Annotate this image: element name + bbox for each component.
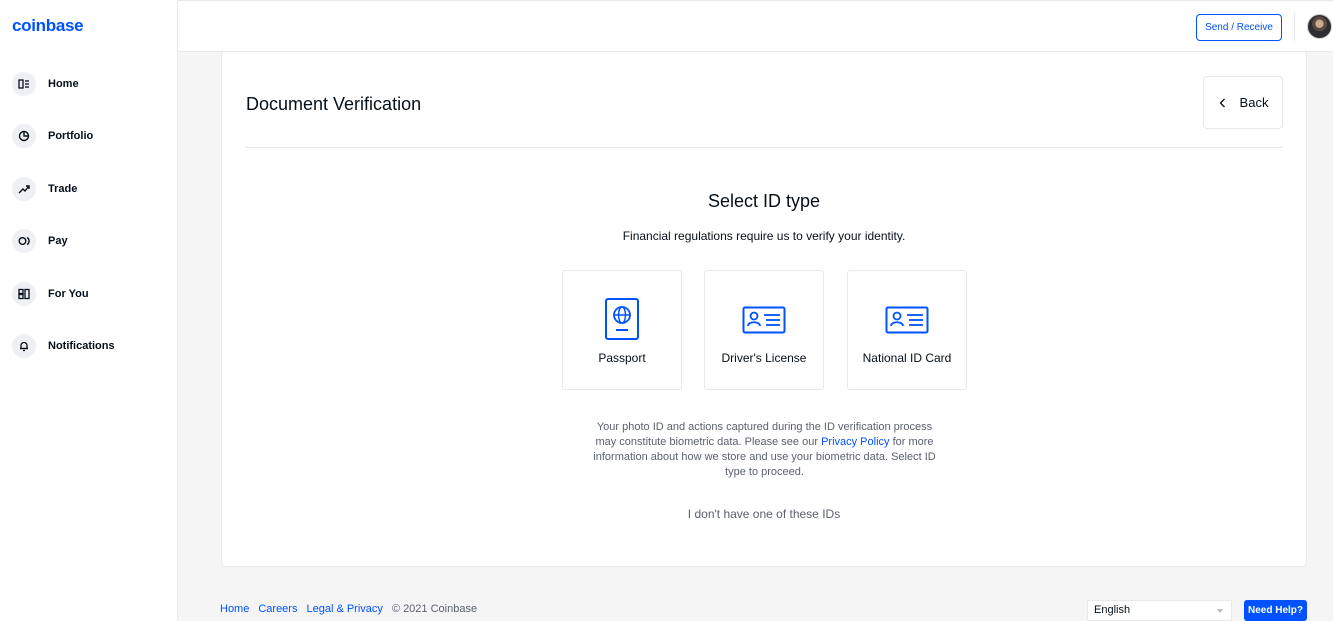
select-id-title: Select ID type: [707, 191, 821, 211]
sidebar-item-home[interactable]: Home: [12, 69, 172, 99]
id-option-label: National ID Card: [862, 351, 952, 365]
need-help-button[interactable]: Need Help?: [1244, 600, 1307, 621]
sidebar-item-label: Home: [48, 78, 79, 90]
avatar[interactable]: [1307, 14, 1332, 39]
for-you-icon: [12, 282, 36, 306]
sidebar: coinbase Home Portfolio Trade Pay For Yo…: [0, 0, 178, 621]
divider: [245, 147, 1283, 148]
back-button[interactable]: Back: [1203, 76, 1283, 129]
privacy-policy-link[interactable]: Privacy Policy: [821, 436, 889, 448]
no-id-link[interactable]: I don't have one of these IDs: [222, 507, 1306, 521]
chevron-down-icon: [1217, 609, 1223, 613]
passport-icon: [605, 298, 639, 340]
language-value: English: [1094, 604, 1131, 616]
top-header: Send / Receive: [178, 0, 1333, 52]
sidebar-item-pay[interactable]: Pay: [12, 226, 172, 256]
footer-link-home[interactable]: Home: [220, 603, 249, 615]
sidebar-item-label: Portfolio: [48, 130, 94, 142]
pie-chart-icon: [12, 124, 36, 148]
sidebar-item-label: For You: [48, 288, 89, 300]
id-option-drivers-license[interactable]: Driver's License: [704, 270, 824, 390]
sidebar-item-portfolio[interactable]: Portfolio: [12, 121, 172, 151]
copyright: © 2021 Coinbase: [391, 603, 478, 615]
footer: Home Careers Legal & Privacy © 2021 Coin…: [220, 603, 477, 615]
bell-icon: [12, 334, 36, 358]
id-option-label: Driver's License: [721, 351, 807, 365]
back-label: Back: [1239, 95, 1269, 110]
page-title: Document Verification: [246, 94, 422, 114]
id-option-national-id[interactable]: National ID Card: [847, 270, 967, 390]
biometric-disclaimer: Your photo ID and actions captured durin…: [592, 420, 937, 480]
sidebar-item-label: Trade: [48, 183, 78, 195]
id-card-icon: [885, 306, 929, 334]
id-option-passport[interactable]: Passport: [562, 270, 682, 390]
pay-icon: [12, 229, 36, 253]
language-select[interactable]: English: [1087, 600, 1232, 621]
id-option-label: Passport: [598, 351, 646, 365]
sidebar-item-notifications[interactable]: Notifications: [12, 331, 172, 361]
select-id-subtitle: Financial regulations require us to veri…: [622, 229, 906, 243]
id-card-icon: [742, 306, 786, 334]
footer-link-legal-privacy[interactable]: Legal & Privacy: [306, 603, 382, 615]
trend-up-icon: [12, 177, 36, 201]
coinbase-logo[interactable]: coinbase: [12, 16, 84, 36]
home-icon: [12, 72, 36, 96]
header-divider: [1294, 13, 1295, 41]
sidebar-item-label: Pay: [48, 235, 68, 247]
send-receive-button[interactable]: Send / Receive: [1196, 14, 1282, 41]
chevron-left-icon: [1219, 98, 1225, 107]
sidebar-item-trade[interactable]: Trade: [12, 174, 172, 204]
sidebar-item-for-you[interactable]: For You: [12, 279, 172, 309]
verification-card: Document Verification Back Select ID typ…: [221, 52, 1307, 567]
sidebar-item-label: Notifications: [48, 340, 115, 352]
footer-link-careers[interactable]: Careers: [258, 603, 297, 615]
